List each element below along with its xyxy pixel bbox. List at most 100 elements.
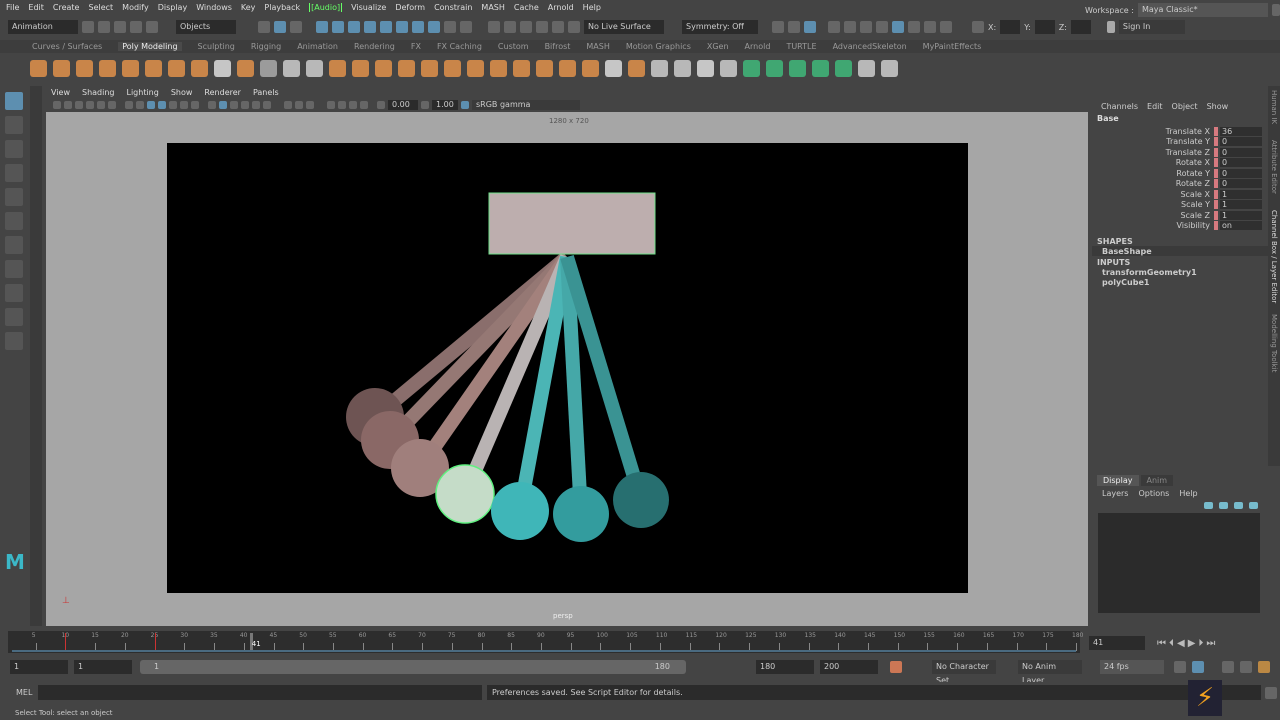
last-tool-icon[interactable] [5, 236, 23, 254]
resolution-gate-icon[interactable] [147, 101, 155, 109]
move-layer-down-icon[interactable] [1249, 502, 1258, 509]
hud-icon[interactable] [360, 101, 368, 109]
make-live-icon[interactable] [396, 21, 408, 33]
channel-row[interactable]: Translate Z 0 [1092, 147, 1268, 158]
render-settings-icon[interactable] [536, 21, 548, 33]
cache-playback-icon[interactable] [1192, 661, 1204, 673]
channel-row[interactable]: Rotate X 0 [1092, 158, 1268, 169]
y-field[interactable] [1034, 20, 1055, 34]
xray-active-icon[interactable] [349, 101, 357, 109]
time-slider[interactable]: 5101520253035404550556065707580859095100… [8, 631, 1083, 653]
channel-row[interactable]: Visibility on [1092, 221, 1268, 232]
scale-tool-icon[interactable] [5, 212, 23, 230]
channel-label[interactable]: Rotate X [1092, 158, 1214, 167]
command-input[interactable] [38, 685, 482, 700]
shelf-tool-28-icon[interactable] [651, 59, 668, 77]
channel-value[interactable]: 0 [1220, 158, 1262, 168]
image-plane-icon[interactable] [86, 101, 94, 109]
shelf-tool-19-icon[interactable] [444, 59, 461, 77]
menu-audio[interactable]: [Audio] [309, 2, 343, 12]
viewport-menu-lighting[interactable]: Lighting [126, 88, 158, 97]
hypershade-icon[interactable] [552, 21, 564, 33]
shelf-tool-27-icon[interactable] [628, 59, 645, 77]
2d-pan-icon[interactable] [97, 101, 105, 109]
single-view-icon[interactable] [5, 260, 23, 278]
ambient-occlusion-icon[interactable] [295, 101, 303, 109]
shelf-tool-37-icon[interactable] [858, 59, 875, 77]
shelf-tool-33-icon[interactable] [766, 59, 783, 77]
shelf-tool-26-icon[interactable] [605, 59, 622, 77]
snap-mode-icon[interactable] [412, 21, 424, 33]
outliner-tab[interactable] [30, 86, 42, 626]
channel-label[interactable]: Rotate Y [1092, 169, 1214, 178]
open-scene-icon[interactable] [98, 21, 110, 33]
shelf-tool-23-icon[interactable] [536, 59, 553, 77]
range-slider[interactable]: 1 180 [140, 660, 686, 674]
shelf-tool-34-icon[interactable] [789, 59, 806, 77]
sidebar-toggle-icon[interactable] [772, 21, 784, 33]
tab-shelf-sculpting[interactable]: Sculpting [198, 42, 235, 51]
channel-label[interactable]: Translate X [1092, 127, 1214, 136]
menu-deform[interactable]: Deform [395, 3, 425, 12]
tab-shelf-rigging[interactable]: Rigging [251, 42, 281, 51]
construction-history-icon[interactable] [488, 21, 500, 33]
new-scene-icon[interactable] [82, 21, 94, 33]
channel-row[interactable]: Scale X 1 [1092, 189, 1268, 200]
wireframe-icon[interactable] [208, 101, 216, 109]
pause-icon[interactable] [940, 21, 952, 33]
channel-value[interactable]: 0 [1220, 137, 1262, 147]
tab-shelf-poly-modeling[interactable]: Poly Modeling [118, 42, 182, 51]
shelf-tool-14-icon[interactable] [329, 59, 346, 77]
channel-value[interactable]: 0 [1220, 147, 1262, 157]
tab-display[interactable]: Display [1097, 475, 1139, 486]
playback-start-field[interactable]: 1 [74, 660, 132, 674]
paint-select-tool-icon[interactable] [5, 140, 23, 158]
menu-cache[interactable]: Cache [514, 3, 539, 12]
menu-file[interactable]: File [6, 3, 19, 12]
viewport-menu-renderer[interactable]: Renderer [204, 88, 241, 97]
script-editor-icon[interactable] [1265, 687, 1277, 699]
menu-visualize[interactable]: Visualize [351, 3, 386, 12]
z-field[interactable] [1070, 20, 1091, 34]
playback-end-field[interactable]: 180 [756, 660, 814, 674]
tab-shelf-arnold[interactable]: Arnold [745, 42, 771, 51]
channel-value[interactable]: on [1220, 221, 1262, 231]
undo-icon[interactable] [130, 21, 142, 33]
render-settings2-icon[interactable] [876, 21, 888, 33]
tab-shelf-custom[interactable]: Custom [498, 42, 529, 51]
channel-value[interactable]: 1 [1220, 210, 1262, 220]
channel-row[interactable]: Rotate Z 0 [1092, 179, 1268, 190]
menu-key[interactable]: Key [241, 3, 256, 12]
channel-label[interactable]: Scale Y [1092, 200, 1214, 209]
shelf-tool-25-icon[interactable] [582, 59, 599, 77]
new-layer-selected-icon[interactable] [1219, 502, 1228, 509]
viewport-menu-panels[interactable]: Panels [253, 88, 279, 97]
render-setup-icon[interactable] [908, 21, 920, 33]
outliner-layout-icon[interactable] [5, 332, 23, 350]
character-set-dropdown[interactable]: No Character Set [932, 660, 996, 685]
ipr-icon[interactable] [520, 21, 532, 33]
channel-menu-object[interactable]: Object [1172, 102, 1198, 111]
channel-row[interactable]: Rotate Y 0 [1092, 168, 1268, 179]
tab-shelf-curves-surfaces[interactable]: Curves / Surfaces [32, 42, 102, 51]
select-component-icon[interactable] [290, 21, 302, 33]
tab-shelf-fx[interactable]: FX [411, 42, 421, 51]
attribute-editor-icon[interactable] [788, 21, 800, 33]
tab-shelf-mash[interactable]: MASH [586, 42, 609, 51]
layer-list[interactable] [1098, 513, 1260, 613]
viewport-menu-show[interactable]: Show [171, 88, 193, 97]
lock-icon[interactable] [444, 21, 456, 33]
snap-projected-icon[interactable] [364, 21, 376, 33]
color-management-icon[interactable] [461, 101, 469, 109]
shelf-tool-38-icon[interactable] [881, 59, 898, 77]
channel-row[interactable]: Scale Z 1 [1092, 210, 1268, 221]
bookmark-icon[interactable] [75, 101, 83, 109]
four-view-icon[interactable] [5, 284, 23, 302]
lasso-icon[interactable] [568, 21, 580, 33]
menu-modify[interactable]: Modify [122, 3, 149, 12]
menuset-dropdown[interactable]: Animation [8, 20, 78, 34]
xray-icon[interactable] [252, 101, 260, 109]
camera-icon[interactable] [53, 101, 61, 109]
input-output-icon[interactable] [460, 21, 472, 33]
exposure-field[interactable]: 0.00 [388, 100, 418, 110]
